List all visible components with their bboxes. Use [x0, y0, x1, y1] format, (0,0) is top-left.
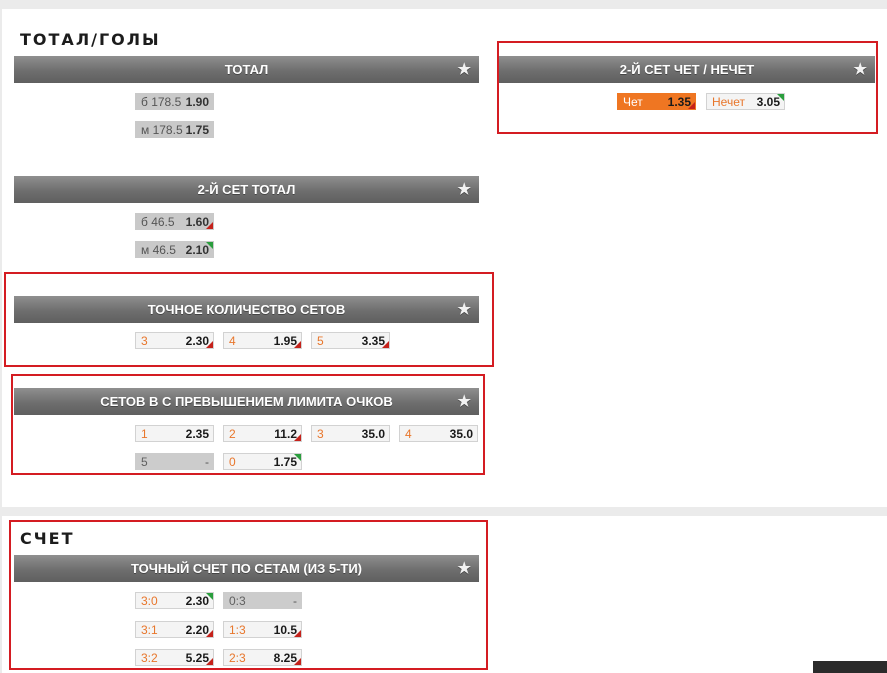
market-header-over-limit[interactable]: СЕТОВ В С ПРЕВЫШЕНИЕМ ЛИМИТА ОЧКОВ ★: [14, 388, 479, 415]
corner-button[interactable]: [813, 661, 887, 673]
odd-button[interactable]: 2:3 8.25: [223, 649, 302, 666]
odd-button[interactable]: 5 3.35: [311, 332, 390, 349]
market-header-set2-oddeven[interactable]: 2-Й СЕТ ЧЕТ / НЕЧЕТ ★: [499, 56, 875, 83]
trend-down-icon: [294, 434, 301, 441]
trend-up-icon: [294, 454, 301, 461]
odd-button[interactable]: 3 2.30: [135, 332, 214, 349]
odd-button[interactable]: 1 2.35: [135, 425, 214, 442]
odd-button-disabled: 0:3 -: [223, 592, 302, 609]
trend-down-icon: [206, 341, 213, 348]
trend-up-icon: [206, 593, 213, 600]
odd-button[interactable]: 3 35.0: [311, 425, 390, 442]
odd-button[interactable]: 4 1.95: [223, 332, 302, 349]
favorite-star-icon[interactable]: ★: [458, 60, 471, 78]
odd-button[interactable]: б 178.5 1.90: [135, 93, 214, 110]
odd-button[interactable]: Нечет 3.05: [706, 93, 785, 110]
trend-down-icon: [206, 658, 213, 665]
odd-button[interactable]: 3:2 5.25: [135, 649, 214, 666]
market-header-exact-score[interactable]: ТОЧНЫЙ СЧЕТ ПО СЕТАМ (ИЗ 5-ТИ) ★: [14, 555, 479, 582]
odd-button[interactable]: м 46.5 2.10: [135, 241, 214, 258]
trend-up-icon: [206, 242, 213, 249]
favorite-star-icon[interactable]: ★: [458, 180, 471, 198]
market-header-set2-total[interactable]: 2-Й СЕТ ТОТАЛ ★: [14, 176, 479, 203]
trend-down-icon: [688, 102, 695, 109]
odd-button[interactable]: 2 11.2: [223, 425, 302, 442]
odd-button[interactable]: 0 1.75: [223, 453, 302, 470]
odd-button[interactable]: м 178.5 1.75: [135, 121, 214, 138]
market-header-total[interactable]: ТОТАЛ ★: [14, 56, 479, 83]
odd-button[interactable]: б 46.5 1.60: [135, 213, 214, 230]
trend-down-icon: [206, 222, 213, 229]
market-title: 2-Й СЕТ ТОТАЛ: [197, 182, 296, 197]
section-title-score: СЧЕТ: [20, 529, 75, 548]
market-title: 2-Й СЕТ ЧЕТ / НЕЧЕТ: [619, 62, 755, 77]
trend-down-icon: [294, 341, 301, 348]
favorite-star-icon[interactable]: ★: [458, 300, 471, 318]
odd-button-selected[interactable]: Чет 1.35: [617, 93, 696, 110]
favorite-star-icon[interactable]: ★: [458, 559, 471, 577]
odd-button[interactable]: 3:0 2.30: [135, 592, 214, 609]
odd-button-disabled: 5 -: [135, 453, 214, 470]
market-title: ТОТАЛ: [224, 62, 269, 77]
trend-down-icon: [382, 341, 389, 348]
favorite-star-icon[interactable]: ★: [854, 60, 867, 78]
market-title: СЕТОВ В С ПРЕВЫШЕНИЕМ ЛИМИТА ОЧКОВ: [100, 394, 393, 409]
odd-button[interactable]: 4 35.0: [399, 425, 478, 442]
market-title: ТОЧНЫЙ СЧЕТ ПО СЕТАМ (ИЗ 5-ТИ): [130, 561, 363, 576]
trend-down-icon: [294, 658, 301, 665]
section-title-total: ТОТАЛ/ГОЛЫ: [20, 30, 161, 49]
market-header-exact-sets[interactable]: ТОЧНОЕ КОЛИЧЕСТВО СЕТОВ ★: [14, 296, 479, 323]
trend-down-icon: [206, 630, 213, 637]
odd-button[interactable]: 1:3 10.5: [223, 621, 302, 638]
favorite-star-icon[interactable]: ★: [458, 392, 471, 410]
market-title: ТОЧНОЕ КОЛИЧЕСТВО СЕТОВ: [147, 302, 346, 317]
trend-up-icon: [777, 94, 784, 101]
odd-button[interactable]: 3:1 2.20: [135, 621, 214, 638]
trend-down-icon: [294, 630, 301, 637]
